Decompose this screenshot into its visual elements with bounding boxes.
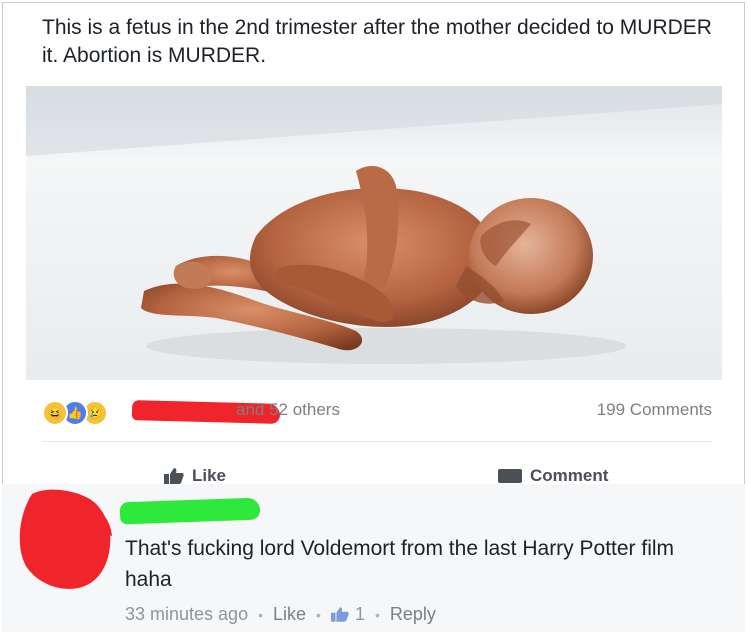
comment-icon bbox=[498, 469, 522, 483]
post-image[interactable] bbox=[26, 86, 722, 380]
separator-dot: • bbox=[316, 606, 321, 623]
comment-text: That's fucking lord Voldemort from the l… bbox=[125, 537, 675, 591]
comments-count[interactable]: 199 Comments bbox=[597, 400, 712, 420]
post-text: This is a fetus in the 2nd trimester aft… bbox=[42, 16, 712, 67]
comment-button[interactable]: Comment bbox=[498, 466, 608, 484]
comment-reply-button[interactable]: Reply bbox=[390, 604, 436, 625]
like-button[interactable]: Like bbox=[164, 466, 226, 484]
figure-photo bbox=[26, 86, 722, 380]
divider bbox=[42, 441, 712, 442]
redacted-avatar bbox=[19, 489, 112, 589]
thumbs-up-icon bbox=[164, 468, 184, 484]
like-label: Like bbox=[192, 466, 227, 484]
thumbs-up-icon bbox=[330, 607, 349, 622]
comment-like-number: 1 bbox=[354, 604, 365, 624]
haha-icon: 😆 bbox=[42, 400, 68, 426]
reaction-others-text[interactable]: and 52 others bbox=[236, 400, 340, 420]
comment-label: Comment bbox=[530, 466, 609, 484]
separator-dot: • bbox=[258, 606, 263, 623]
comment-timestamp[interactable]: 33 minutes ago bbox=[125, 604, 248, 625]
separator-dot: • bbox=[374, 606, 380, 623]
comment-meta: 33 minutes ago • Like • 1 • Reply bbox=[125, 604, 436, 625]
comment-like-button[interactable]: Like bbox=[273, 604, 306, 625]
comment-like-count[interactable]: 1 bbox=[330, 604, 365, 625]
action-bar: Like Comment bbox=[42, 458, 712, 484]
reactions-row[interactable]: 😆 👍 😢 and 52 others 199 Comments bbox=[42, 396, 712, 426]
